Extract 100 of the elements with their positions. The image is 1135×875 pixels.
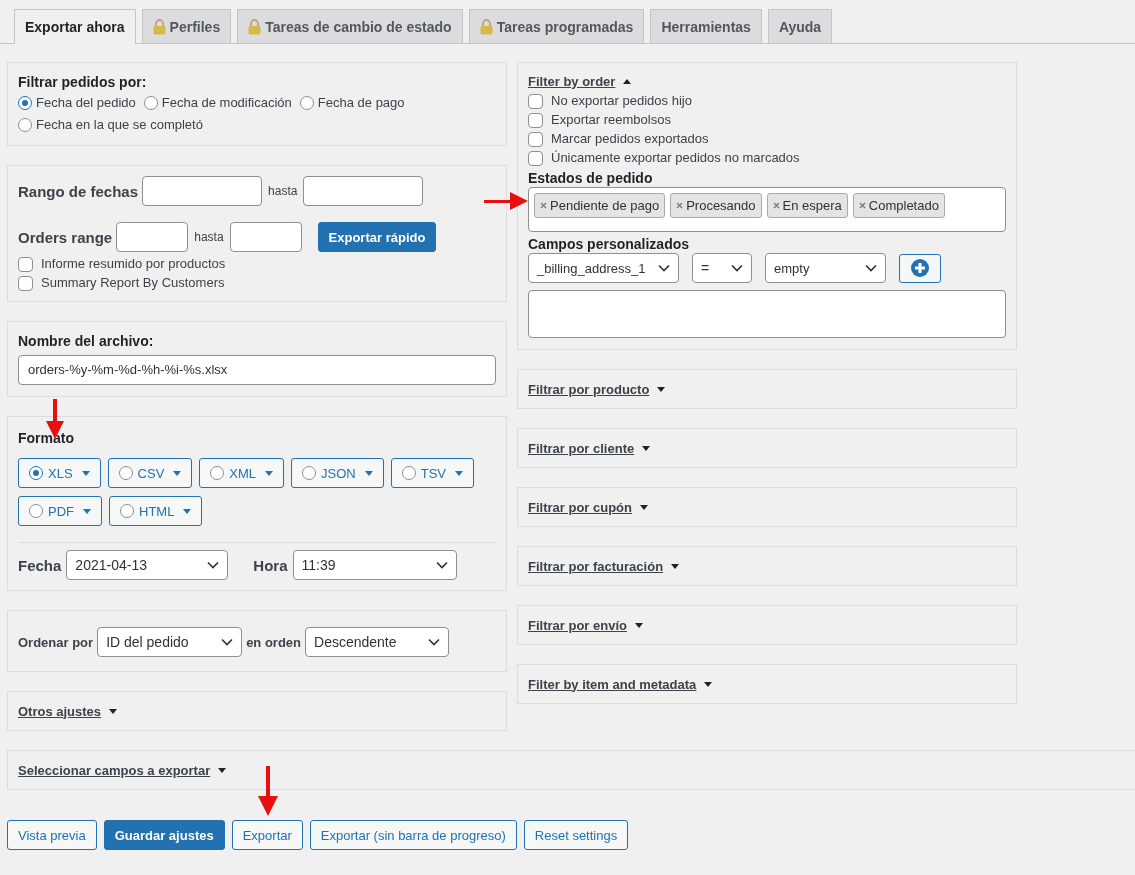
section-title: Campos personalizados	[528, 236, 691, 252]
checkbox[interactable]	[18, 256, 33, 272]
chevron-down-icon	[865, 264, 877, 272]
section-title: Nombre del archivo:	[18, 333, 155, 349]
checkbox[interactable]	[528, 112, 543, 128]
tab[interactable]: Ayuda	[767, 9, 833, 43]
radio-button[interactable]	[120, 504, 134, 518]
checkbox[interactable]	[18, 275, 33, 291]
filename-field[interactable]: orders-%y-%m-%d-%h-%i-%s.xlsx	[18, 355, 496, 385]
format-option-button[interactable]: HTML	[109, 496, 203, 526]
chevron-down-icon	[207, 561, 220, 569]
radio-button[interactable]	[302, 466, 317, 480]
date-from-field[interactable]	[142, 176, 263, 206]
checkbox[interactable]	[528, 131, 543, 147]
section-title: Estados de pedido	[528, 170, 654, 186]
tab[interactable]: Exportar ahora	[14, 9, 136, 44]
caret-down-icon	[173, 470, 182, 476]
status-tag[interactable]: En espera	[766, 193, 848, 218]
radio-button[interactable]	[299, 96, 314, 110]
order-to-field[interactable]	[229, 222, 302, 252]
date-select[interactable]: 2021-04-13	[66, 550, 229, 580]
padlock-icon	[479, 18, 493, 35]
radio-label: Fecha de pago	[317, 94, 405, 112]
caret-down-icon	[364, 470, 373, 476]
close-icon[interactable]	[858, 202, 866, 209]
radio-button[interactable]	[118, 466, 133, 480]
format-option-button[interactable]: PDF	[18, 496, 102, 526]
field-label: Rango de fechas	[18, 182, 139, 200]
custom-fields-textarea[interactable]	[528, 290, 1006, 338]
action-button[interactable]: Guardar ajustes	[103, 820, 225, 850]
section-toggle-link[interactable]: Filtrar por facturación	[528, 558, 664, 574]
section-toggle-link[interactable]: Otros ajustes	[18, 703, 102, 719]
caret-down-icon	[83, 508, 91, 514]
radio-button[interactable]	[18, 96, 32, 110]
format-option-button[interactable]: XML	[199, 458, 285, 488]
action-button[interactable]: Exportar (sin barra de progreso)	[309, 820, 517, 850]
close-icon[interactable]	[540, 202, 547, 209]
field-label: Orders range	[18, 228, 113, 246]
checkbox[interactable]	[528, 93, 543, 109]
section-toggle-link[interactable]: Filter by item and metadata	[528, 676, 697, 692]
caret-down-icon	[265, 470, 274, 476]
value-select[interactable]: empty	[765, 253, 886, 283]
section-toggle-link[interactable]: Filtrar por envío	[528, 617, 627, 633]
radio-button[interactable]	[29, 504, 43, 518]
field-label: Fecha	[18, 556, 62, 574]
checkbox-label: Summary Report By Customers	[41, 275, 225, 291]
field-select[interactable]: _billing_address_1	[528, 253, 679, 283]
format-option-button[interactable]: JSON	[291, 458, 384, 488]
chevron-down-icon	[658, 264, 670, 272]
status-multiselect[interactable]: Pendiente de pago Procesando En espera Completado	[528, 187, 1006, 232]
format-option-button[interactable]: XLS	[18, 458, 101, 488]
tab[interactable]: Tareas programadas	[468, 9, 645, 43]
format-option-button[interactable]: TSV	[390, 458, 474, 488]
status-tag[interactable]: Completado	[852, 193, 945, 218]
radio-button[interactable]	[29, 466, 43, 480]
tab[interactable]: Herramientas	[650, 9, 762, 43]
radio-label: Fecha de modificación	[161, 94, 292, 112]
time-select[interactable]: 11:39	[292, 550, 457, 580]
radio-button[interactable]	[143, 96, 158, 110]
radio-label: Fecha en la que se completó	[36, 116, 203, 134]
quick-export-button[interactable]: Exportar rápido	[317, 222, 437, 252]
section-toggle-link[interactable]: Filtrar por producto	[528, 381, 650, 397]
section-toggle-link[interactable]: Filtrar por cupón	[528, 499, 632, 515]
annotation-arrow-icon	[257, 766, 279, 816]
padlock-icon	[248, 18, 262, 35]
radio-button[interactable]	[401, 466, 416, 480]
checkbox-label: Marcar pedidos exportados	[551, 131, 709, 147]
status-tag[interactable]: Procesando	[670, 193, 762, 218]
chevron-down-icon	[221, 638, 234, 646]
section-toggle-link[interactable]: Filter by order	[528, 74, 616, 89]
sort-select[interactable]: ID del pedido	[97, 627, 243, 657]
add-button[interactable]	[899, 253, 941, 283]
close-icon[interactable]	[676, 202, 684, 209]
section-toggle-link[interactable]: Filtrar por cliente	[528, 440, 635, 456]
plus-circle-icon	[910, 258, 930, 278]
format-option-button[interactable]: CSV	[107, 458, 193, 488]
section-toggle-link[interactable]: Seleccionar campos a exportar	[18, 762, 211, 778]
action-button[interactable]: Exportar	[231, 820, 303, 850]
action-button[interactable]: Vista previa	[7, 820, 97, 850]
field-label: Hora	[253, 556, 288, 574]
field-label: hasta	[268, 184, 298, 198]
chevron-down-icon	[731, 264, 743, 272]
section-title: Formato	[18, 430, 75, 446]
order-from-field[interactable]	[116, 222, 189, 252]
action-button[interactable]: Reset settings	[523, 820, 629, 850]
checkbox-label: Exportar reembolsos	[551, 112, 671, 128]
status-tag[interactable]: Pendiente de pago	[534, 193, 666, 218]
field-label: Ordenar por	[18, 634, 94, 650]
close-icon[interactable]	[772, 202, 780, 209]
operator-select[interactable]: =	[692, 253, 752, 283]
date-to-field[interactable]	[303, 176, 424, 206]
radio-button[interactable]	[18, 118, 32, 132]
checkbox-label: Únicamente exportar pedidos no marcados	[551, 150, 800, 166]
order-select[interactable]: Descendente	[305, 627, 450, 657]
tab[interactable]: Perfiles	[141, 9, 232, 43]
checkbox[interactable]	[528, 150, 543, 166]
checkbox-label: No exportar pedidos hijo	[551, 93, 692, 109]
checkbox-label: Informe resumido por productos	[41, 256, 226, 272]
radio-button[interactable]	[210, 466, 225, 480]
tab[interactable]: Tareas de cambio de estado	[237, 9, 463, 43]
